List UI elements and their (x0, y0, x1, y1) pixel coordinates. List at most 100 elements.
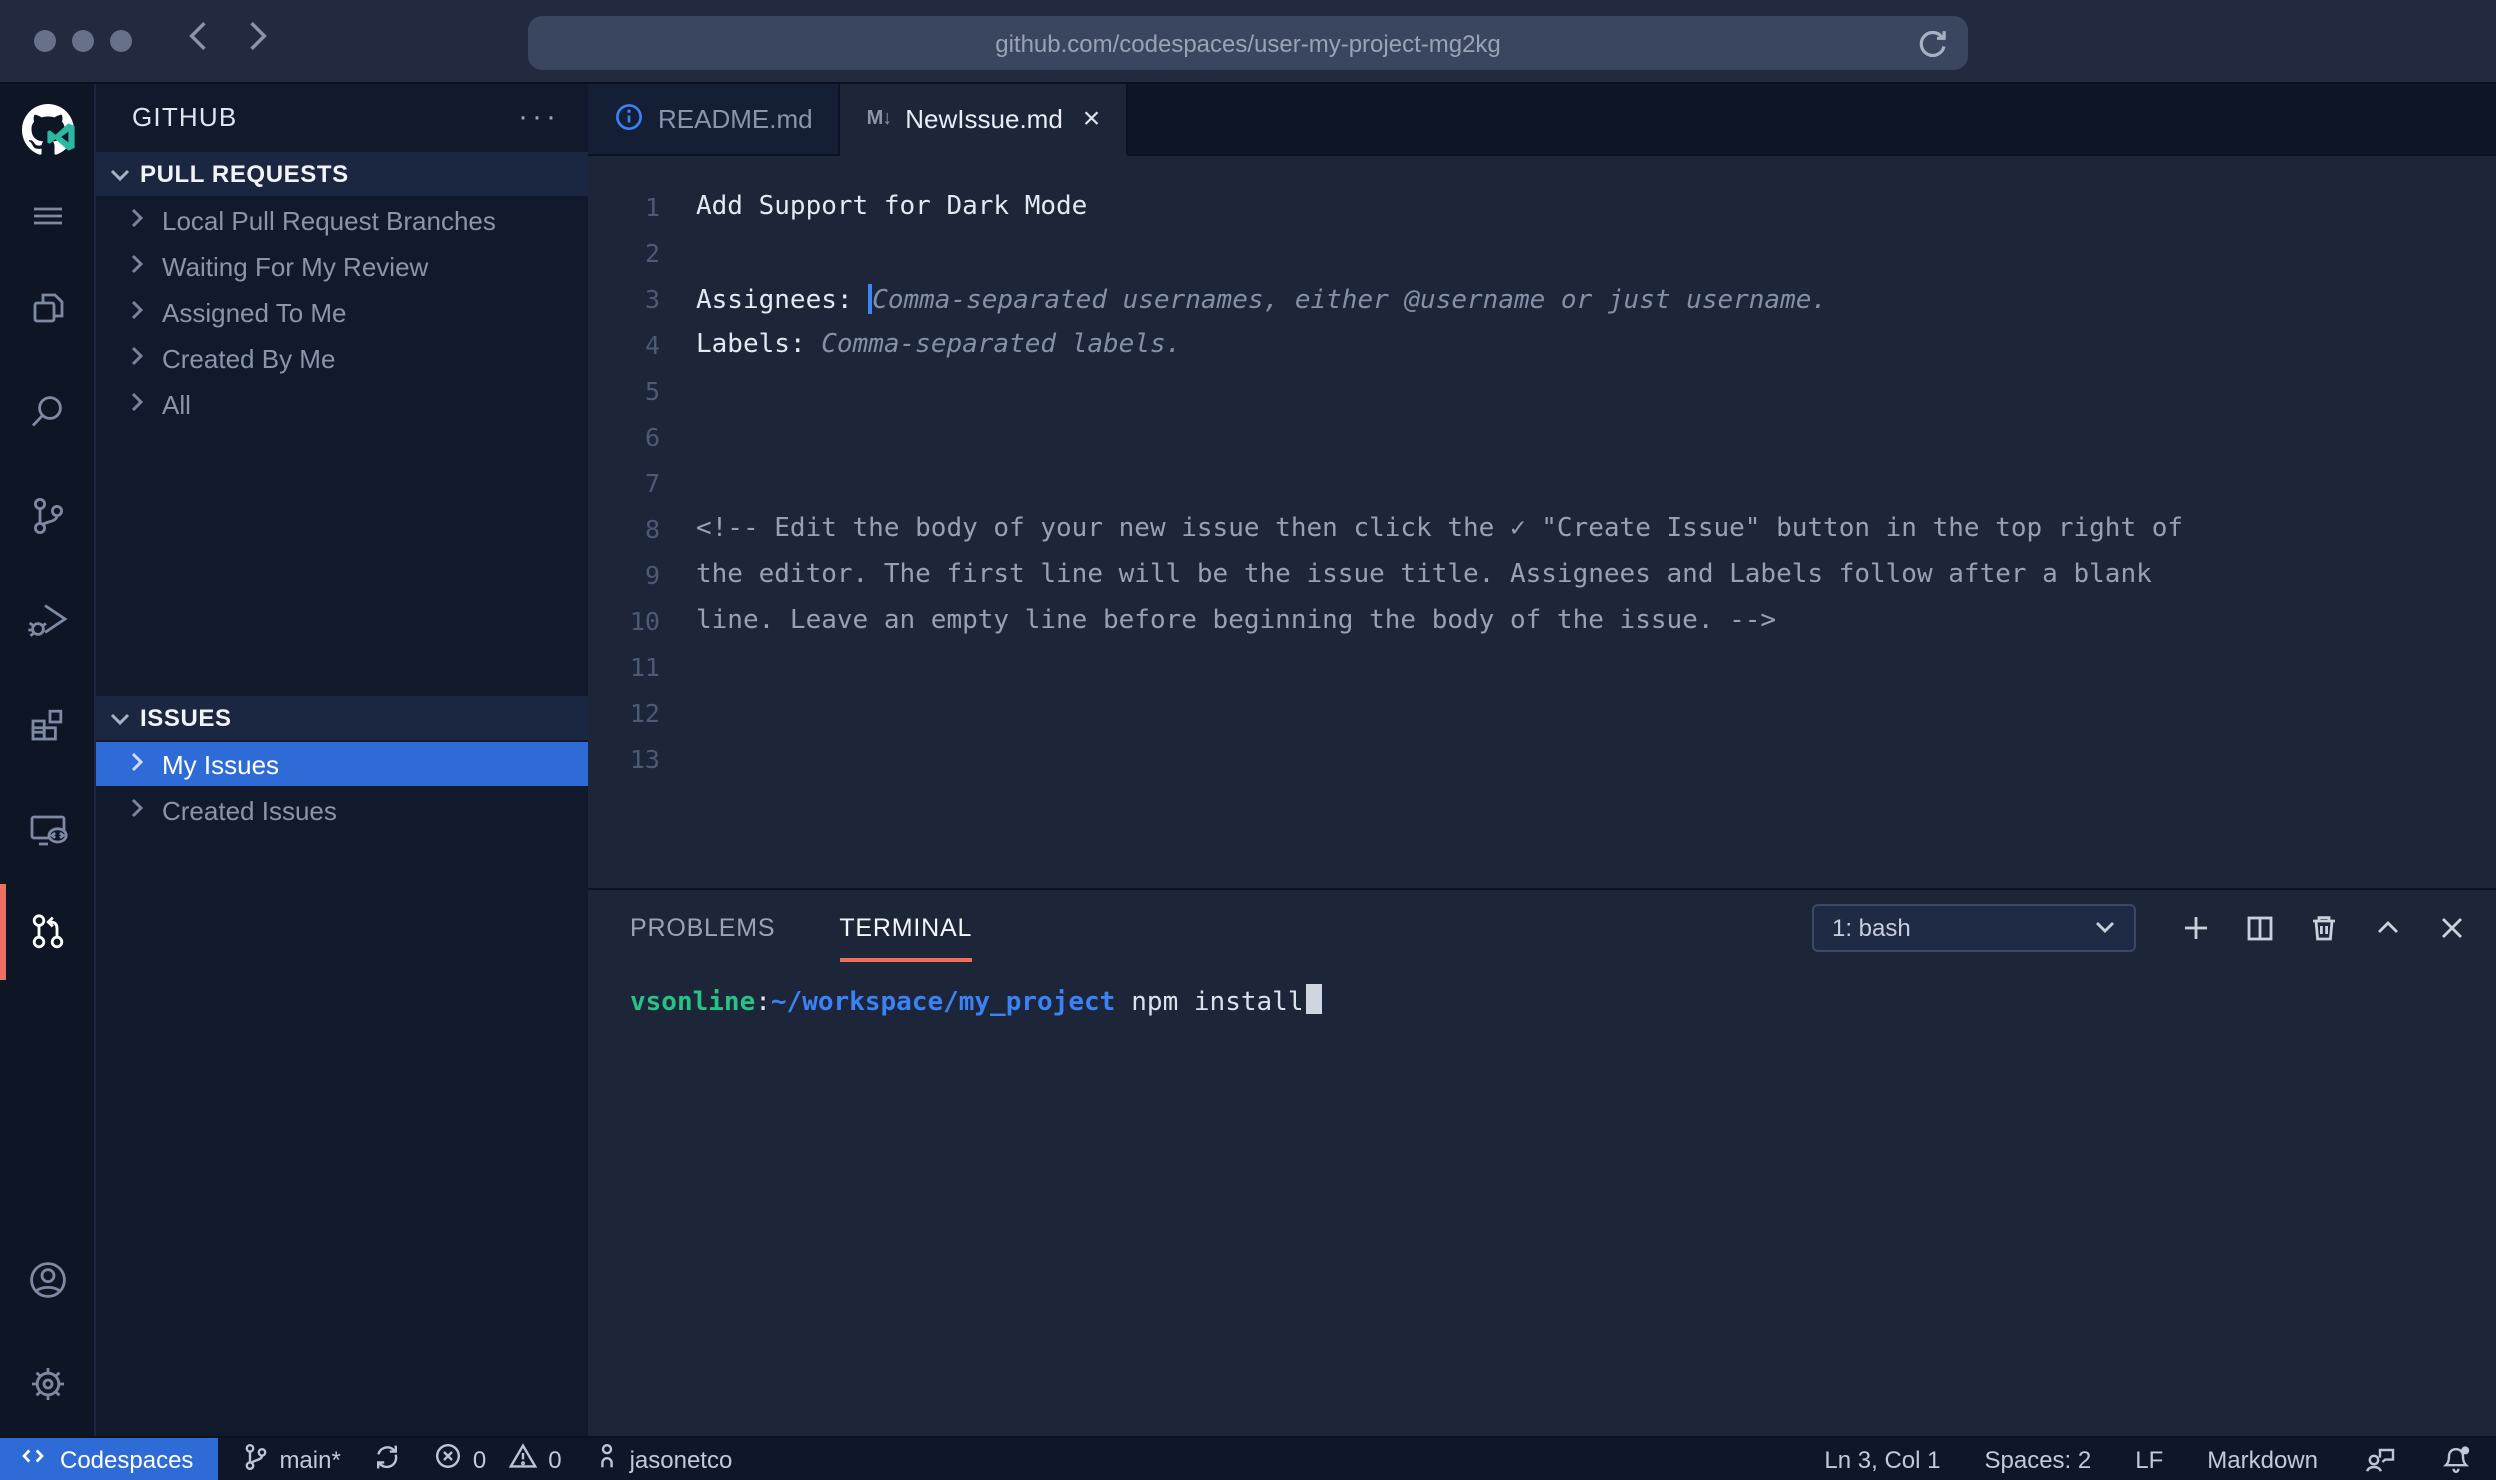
line-number: 5 (588, 376, 660, 406)
tab-label: README.md (658, 104, 813, 134)
error-icon (435, 1442, 463, 1476)
github-codespaces-logo (0, 84, 94, 176)
extensions-icon[interactable] (0, 672, 94, 776)
line-number: 12 (588, 698, 660, 728)
close-panel-button[interactable] (2436, 912, 2468, 944)
search-icon[interactable] (0, 360, 94, 464)
more-actions-icon[interactable]: ··· (518, 107, 560, 127)
terminal-user: vsonline (630, 988, 755, 1018)
kill-terminal-button[interactable] (2308, 912, 2340, 944)
split-terminal-button[interactable] (2244, 912, 2276, 944)
person-icon (594, 1442, 620, 1476)
editor-line-12[interactable]: 12 (588, 690, 2496, 736)
panel-tab-problems[interactable]: PROBLEMS (630, 890, 775, 964)
close-icon[interactable]: × (1083, 106, 1101, 132)
tree-item-local-pull-request-branches[interactable]: Local Pull Request Branches (96, 198, 588, 242)
new-terminal-button[interactable] (2180, 912, 2212, 944)
editor-line-1[interactable]: 1Add Support for Dark Mode (588, 184, 2496, 230)
sync-status-item[interactable] (373, 1441, 403, 1477)
terminal-path: ~/workspace/my_project (771, 988, 1115, 1018)
vscode-logo (44, 120, 78, 164)
panel-tab-terminal[interactable]: TERMINAL (839, 890, 972, 964)
app-window: github.com/codespaces/user-my-project-mg… (0, 0, 2496, 1480)
remote-explorer-icon[interactable] (0, 776, 94, 880)
shell-selector[interactable]: 1: bash (1812, 904, 2136, 952)
tab-newissue.md[interactable]: M↓NewIssue.md× (841, 84, 1129, 156)
editor-line-4[interactable]: 4Labels: Comma-separated labels. (588, 322, 2496, 368)
chevron-right-icon (130, 792, 162, 828)
feedback-icon[interactable] (2362, 1444, 2396, 1474)
browser-titlebar: github.com/codespaces/user-my-project-mg… (0, 0, 2496, 84)
tree-item-label: Waiting For My Review (162, 251, 428, 281)
source-control-icon[interactable] (0, 464, 94, 568)
line-number: 6 (588, 422, 660, 452)
line-content: line. Leave an empty line before beginni… (696, 606, 1776, 636)
line-content: the editor. The first line will be the i… (696, 560, 2152, 590)
editor-line-7[interactable]: 7 (588, 460, 2496, 506)
tree-item-label: Assigned To Me (162, 297, 347, 327)
editor-line-3[interactable]: 3Assignees: Comma-separated usernames, e… (588, 276, 2496, 322)
settings-gear-icon[interactable] (0, 1332, 94, 1436)
maximize-panel-button[interactable] (2372, 912, 2404, 944)
tree-item-my-issues[interactable]: My Issues (96, 742, 588, 786)
section-header-issues[interactable]: ISSUES (96, 696, 588, 740)
account-icon[interactable] (0, 1228, 94, 1332)
activity-bar (0, 84, 96, 1436)
editor[interactable]: 1Add Support for Dark Mode 2 3Assignees: C… (588, 156, 2496, 888)
tab-readme.md[interactable]: README.md (588, 84, 841, 154)
tree-item-all[interactable]: All (96, 382, 588, 426)
editor-line-10[interactable]: 10line. Leave an empty line before begin… (588, 598, 2496, 644)
tree-item-waiting-for-my-review[interactable]: Waiting For My Review (96, 244, 588, 288)
terminal[interactable]: vsonline:~/workspace/my_projectnpm insta… (588, 964, 2496, 1018)
editor-line-11[interactable]: 11 (588, 644, 2496, 690)
sync-icon (373, 1441, 403, 1477)
back-button[interactable] (184, 20, 212, 62)
user-status-item[interactable]: jasonetco (594, 1442, 733, 1476)
indentation-item[interactable]: Spaces: 2 (1985, 1445, 2092, 1473)
sidebar-header: GITHUB ··· (96, 84, 588, 150)
minimize-window-button[interactable] (72, 30, 94, 52)
editor-line-9[interactable]: 9 the editor. The first line will be the … (588, 552, 2496, 598)
line-content: Assignees: Comma-separated usernames, ei… (696, 283, 1827, 315)
line-number: 9 (588, 560, 660, 590)
tree-item-created-by-me[interactable]: Created By Me (96, 336, 588, 380)
bell-icon[interactable] (2440, 1443, 2472, 1475)
line-number: 1 (588, 192, 660, 222)
menu-icon[interactable] (0, 176, 94, 256)
sidebar-title: GITHUB (132, 102, 518, 132)
language-mode-item[interactable]: Markdown (2207, 1445, 2318, 1473)
chevron-right-icon (130, 340, 162, 376)
url-text: github.com/codespaces/user-my-project-mg… (995, 29, 1501, 57)
line-number: 8 (588, 514, 660, 544)
branch-status-item[interactable]: main* (241, 1441, 340, 1477)
editor-line-2[interactable]: 2 (588, 230, 2496, 276)
zoom-window-button[interactable] (110, 30, 132, 52)
eol-item[interactable]: LF (2135, 1445, 2163, 1473)
terminal-command: npm install (1131, 988, 1303, 1018)
refresh-icon[interactable] (1914, 26, 1948, 70)
editor-line-5[interactable]: 5 (588, 368, 2496, 414)
codespaces-status-item[interactable]: Codespaces (0, 1437, 217, 1480)
address-bar[interactable]: github.com/codespaces/user-my-project-mg… (528, 16, 1968, 70)
problems-status-item[interactable]: 0 0 (435, 1442, 562, 1476)
sidebar: GITHUB ··· PULL REQUESTSLocal Pull Reque… (96, 84, 588, 1436)
tree-item-created-issues[interactable]: Created Issues (96, 788, 588, 832)
chevron-right-icon (130, 248, 162, 284)
editor-line-6[interactable]: 6 (588, 414, 2496, 460)
line-number: 2 (588, 238, 660, 268)
tree-item-label: All (162, 389, 191, 419)
tree-item-label: Created By Me (162, 343, 335, 373)
explorer-icon[interactable] (0, 256, 94, 360)
forward-button[interactable] (244, 20, 272, 62)
close-window-button[interactable] (34, 30, 56, 52)
run-debug-icon[interactable] (0, 568, 94, 672)
github-pull-requests-icon[interactable] (0, 880, 94, 984)
chevron-right-icon (130, 294, 162, 330)
line-number: 7 (588, 468, 660, 498)
section-header-pull-requests[interactable]: PULL REQUESTS (96, 152, 588, 196)
editor-line-8[interactable]: 8<!-- Edit the body of your new issue th… (588, 506, 2496, 552)
editor-line-13[interactable]: 13 (588, 736, 2496, 782)
tree-item-assigned-to-me[interactable]: Assigned To Me (96, 290, 588, 334)
cursor-position-item[interactable]: Ln 3, Col 1 (1824, 1445, 1940, 1473)
tree-item-label: My Issues (162, 749, 279, 779)
